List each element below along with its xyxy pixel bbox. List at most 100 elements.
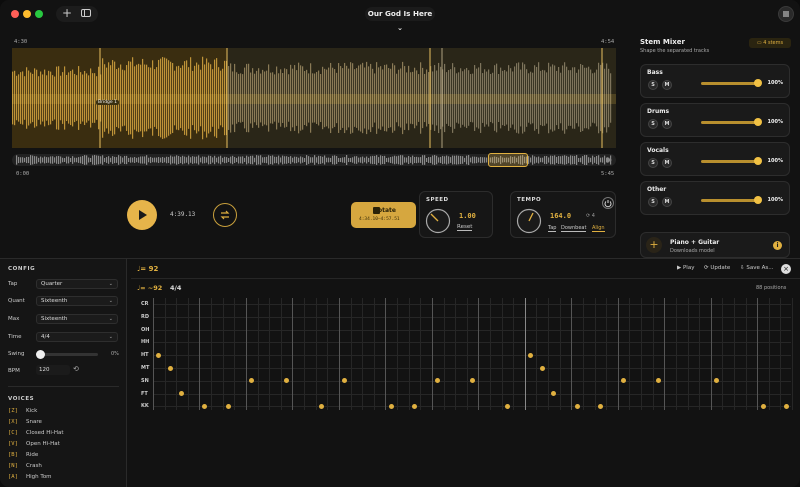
align-button[interactable]: Align xyxy=(592,225,605,232)
drum-hit-ht[interactable] xyxy=(527,352,533,358)
sidebar-toggle-icon[interactable] xyxy=(78,6,94,20)
chevron-down-icon: ⌄ xyxy=(108,316,113,322)
subdivision-line xyxy=(652,298,654,410)
drum-hit-mt[interactable] xyxy=(167,365,173,371)
voice-item[interactable]: [B] Ride xyxy=(8,452,38,458)
tap-button[interactable]: Tap xyxy=(548,225,557,232)
subdivision-line xyxy=(699,298,701,410)
zoom-window-button[interactable] xyxy=(35,10,43,18)
model-download-card[interactable]: + Piano + Guitar Downloads model i xyxy=(640,232,790,258)
loop-button[interactable] xyxy=(213,203,237,227)
speed-reset-button[interactable]: Reset xyxy=(457,224,473,231)
volume-slider[interactable] xyxy=(701,199,756,202)
drum-hit-sn[interactable] xyxy=(655,378,661,384)
close-icon[interactable]: × xyxy=(781,264,791,274)
drum-hit-mt[interactable] xyxy=(539,365,545,371)
reset-bpm-icon[interactable]: ⟲ xyxy=(73,365,79,373)
stem-mixer-subtitle: Shape the separated tracks xyxy=(640,48,710,54)
solo-button[interactable]: S xyxy=(648,158,658,168)
waveform-end-time: 4:54 xyxy=(601,39,615,45)
stem-count-badge: ▭ 4 stems xyxy=(749,38,791,48)
subdivision-line xyxy=(269,298,271,410)
voice-item[interactable]: [V] Open Hi-Hat xyxy=(8,441,60,447)
play-button[interactable] xyxy=(127,200,157,230)
drum-hit-ft[interactable] xyxy=(178,391,184,397)
stem-name: Drums xyxy=(647,108,670,115)
drum-hit-kk[interactable] xyxy=(225,403,231,409)
volume-slider[interactable] xyxy=(701,160,756,163)
voice-item[interactable]: [N] Crash xyxy=(8,463,42,469)
mute-button[interactable]: M xyxy=(662,158,672,168)
volume-slider[interactable] xyxy=(701,121,756,124)
voice-item[interactable]: [X] Snare xyxy=(8,419,42,425)
volume-slider-thumb[interactable] xyxy=(754,118,762,126)
mute-button[interactable]: M xyxy=(662,80,672,90)
close-window-button[interactable] xyxy=(11,10,19,18)
notation-save-button[interactable]: ⇩ Save As... xyxy=(740,265,773,271)
notate-range: 4:34.10–4:57.51 xyxy=(359,217,400,222)
drum-hit-ft[interactable] xyxy=(550,391,556,397)
drum-hit-sn[interactable] xyxy=(713,378,719,384)
volume-value: 100% xyxy=(767,80,783,86)
drum-hit-kk[interactable] xyxy=(574,403,580,409)
tempo-knob[interactable] xyxy=(516,208,542,234)
volume-slider-thumb[interactable] xyxy=(754,196,762,204)
subdivision-line xyxy=(176,298,178,410)
quant-setting-label: Quant xyxy=(8,298,25,304)
add-icon[interactable]: + xyxy=(59,6,75,20)
grid-line xyxy=(153,304,791,305)
section-marker-bridge[interactable]: Bridge 1 xyxy=(96,100,119,105)
song-title-selector[interactable]: Our God Is Here ⌄ xyxy=(365,7,435,32)
quant-select[interactable]: Sixteenth ⌄ xyxy=(36,296,118,306)
drum-hit-kk[interactable] xyxy=(783,403,789,409)
downbeat-button[interactable]: Downbeat xyxy=(561,225,587,232)
time-select[interactable]: 4/4 ⌄ xyxy=(36,332,118,342)
drum-hit-kk[interactable] xyxy=(597,403,603,409)
notation-update-button[interactable]: ⟳ Update xyxy=(704,265,730,271)
drum-hit-sn[interactable] xyxy=(283,378,289,384)
drum-hit-kk[interactable] xyxy=(318,403,324,409)
bpm-input[interactable]: 120 xyxy=(36,365,70,375)
drum-hit-sn[interactable] xyxy=(620,378,626,384)
drum-hit-ht[interactable] xyxy=(155,352,161,358)
tempo-power-button[interactable] xyxy=(602,197,614,209)
overview-selection-handle[interactable] xyxy=(488,153,528,167)
beat-count-value: 4 xyxy=(591,213,595,219)
voice-item[interactable]: [Z] Kick xyxy=(8,408,37,414)
solo-button[interactable]: S xyxy=(648,197,658,207)
volume-slider-thumb[interactable] xyxy=(754,79,762,87)
notate-button[interactable]: Notate 4:34.10–4:57.51 xyxy=(351,202,416,228)
volume-slider-thumb[interactable] xyxy=(754,157,762,165)
swing-slider-thumb[interactable] xyxy=(36,350,45,359)
drum-hit-sn[interactable] xyxy=(469,378,475,384)
add-icon: + xyxy=(646,237,662,253)
drum-hit-sn[interactable] xyxy=(341,378,347,384)
drum-hit-kk[interactable] xyxy=(411,403,417,409)
drum-hit-kk[interactable] xyxy=(760,403,766,409)
speed-knob[interactable] xyxy=(425,208,451,234)
mute-button[interactable]: M xyxy=(662,119,672,129)
power-icon xyxy=(604,200,612,208)
solo-button[interactable]: S xyxy=(648,80,658,90)
info-icon[interactable]: i xyxy=(773,241,782,250)
drum-hit-sn[interactable] xyxy=(434,378,440,384)
solo-button[interactable]: S xyxy=(648,119,658,129)
update-label: Update xyxy=(710,265,731,271)
drum-hit-sn[interactable] xyxy=(248,378,254,384)
swing-slider[interactable] xyxy=(38,353,98,356)
voice-item[interactable]: [A] High Tom xyxy=(8,474,52,480)
volume-slider[interactable] xyxy=(701,82,756,85)
drum-hit-kk[interactable] xyxy=(388,403,394,409)
tap-select[interactable]: Quarter ⌄ xyxy=(36,279,118,289)
max-select[interactable]: Sixteenth ⌄ xyxy=(36,314,118,324)
grid-line xyxy=(153,355,791,357)
menu-button[interactable] xyxy=(778,6,794,22)
waveform-view[interactable] xyxy=(12,48,616,148)
drum-hit-kk[interactable] xyxy=(201,403,207,409)
mute-button[interactable]: M xyxy=(662,197,672,207)
voice-item[interactable]: [C] Closed Hi-Hat xyxy=(8,430,64,436)
notation-play-button[interactable]: ▶ Play xyxy=(677,265,694,271)
minimize-window-button[interactable] xyxy=(23,10,31,18)
drum-hit-kk[interactable] xyxy=(504,403,510,409)
row-label-sn: SN xyxy=(141,377,149,384)
